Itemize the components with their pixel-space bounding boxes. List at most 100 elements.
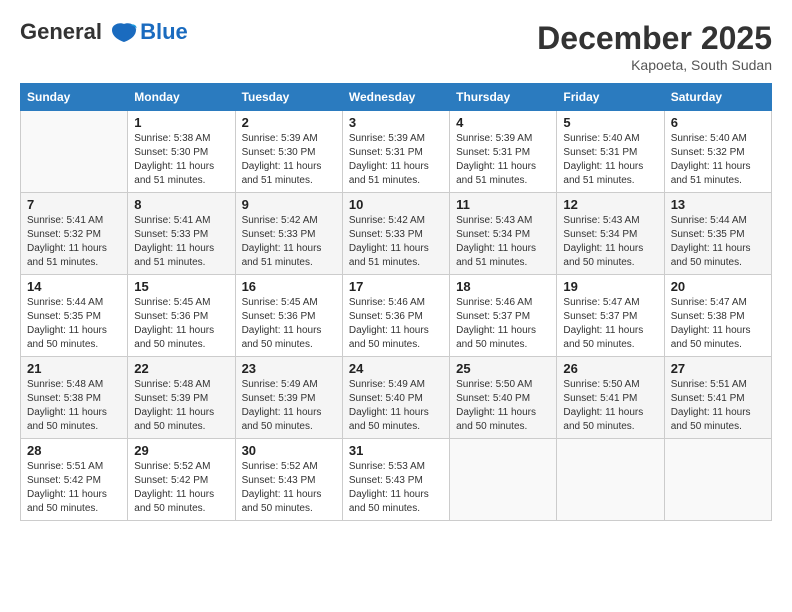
day-info: Sunrise: 5:40 AM Sunset: 5:31 PM Dayligh… <box>563 132 657 188</box>
day-cell: 16 Sunrise: 5:45 AM Sunset: 5:36 PM Dayli… <box>235 275 342 357</box>
day-info: Sunrise: 5:44 AM Sunset: 5:35 PM Dayligh… <box>671 214 765 270</box>
day-number: 10 <box>349 197 443 212</box>
day-cell: 17 Sunrise: 5:46 AM Sunset: 5:36 PM Dayli… <box>342 275 449 357</box>
day-cell: 1Sunrise: 5:38 AM Sunset: 5:30 PM Daylig… <box>128 111 235 193</box>
day-info: Sunrise: 5:39 AM Sunset: 5:31 PM Dayligh… <box>349 132 443 188</box>
day-number: 22 <box>134 361 228 376</box>
day-cell: 13Sunrise: 5:44 AM Sunset: 5:35 PM Dayli… <box>664 193 771 275</box>
day-number: 28 <box>27 443 121 458</box>
day-info: Sunrise: 5:50 AM Sunset: 5:40 PM Dayligh… <box>456 378 550 434</box>
title-block: December 2025 Kapoeta, South Sudan <box>537 20 772 73</box>
day-cell: 11 Sunrise: 5:43 AM Sunset: 5:34 PM Dayli… <box>450 193 557 275</box>
day-cell: 12 Sunrise: 5:43 AM Sunset: 5:34 PM Dayli… <box>557 193 664 275</box>
day-info: Sunrise: 5:48 AM Sunset: 5:38 PM Dayligh… <box>27 378 121 434</box>
day-number: 11 <box>456 197 550 212</box>
day-number: 19 <box>563 279 657 294</box>
day-number: 3 <box>349 115 443 130</box>
day-number: 9 <box>242 197 336 212</box>
day-info: Sunrise: 5:43 AM Sunset: 5:34 PM Dayligh… <box>563 214 657 270</box>
day-number: 4 <box>456 115 550 130</box>
week-row-1: 1Sunrise: 5:38 AM Sunset: 5:30 PM Daylig… <box>21 111 772 193</box>
page-header: General Blue December 2025 Kapoeta, Sout… <box>20 20 772 73</box>
day-cell: 6 Sunrise: 5:40 AM Sunset: 5:32 PM Daylig… <box>664 111 771 193</box>
day-cell: 27 Sunrise: 5:51 AM Sunset: 5:41 PM Dayli… <box>664 357 771 439</box>
col-header-tuesday: Tuesday <box>235 84 342 111</box>
col-header-monday: Monday <box>128 84 235 111</box>
day-cell: 18Sunrise: 5:46 AM Sunset: 5:37 PM Dayli… <box>450 275 557 357</box>
day-info: Sunrise: 5:39 AM Sunset: 5:31 PM Dayligh… <box>456 132 550 188</box>
week-row-3: 14 Sunrise: 5:44 AM Sunset: 5:35 PM Dayli… <box>21 275 772 357</box>
day-info: Sunrise: 5:43 AM Sunset: 5:34 PM Dayligh… <box>456 214 550 270</box>
location: Kapoeta, South Sudan <box>537 57 772 73</box>
day-info: Sunrise: 5:38 AM Sunset: 5:30 PM Dayligh… <box>134 132 228 188</box>
day-number: 17 <box>349 279 443 294</box>
day-info: Sunrise: 5:53 AM Sunset: 5:43 PM Dayligh… <box>349 460 443 516</box>
day-number: 26 <box>563 361 657 376</box>
logo-line2: Blue <box>140 20 188 44</box>
logo: General Blue <box>20 20 188 44</box>
day-cell <box>664 439 771 521</box>
header-row: SundayMondayTuesdayWednesdayThursdayFrid… <box>21 84 772 111</box>
day-info: Sunrise: 5:52 AM Sunset: 5:42 PM Dayligh… <box>134 460 228 516</box>
calendar-table: SundayMondayTuesdayWednesdayThursdayFrid… <box>20 83 772 521</box>
day-cell: 25 Sunrise: 5:50 AM Sunset: 5:40 PM Dayli… <box>450 357 557 439</box>
day-cell: 5Sunrise: 5:40 AM Sunset: 5:31 PM Daylig… <box>557 111 664 193</box>
day-number: 16 <box>242 279 336 294</box>
col-header-friday: Friday <box>557 84 664 111</box>
day-cell: 7 Sunrise: 5:41 AM Sunset: 5:32 PM Daylig… <box>21 193 128 275</box>
day-cell: 23 Sunrise: 5:49 AM Sunset: 5:39 PM Dayli… <box>235 357 342 439</box>
day-info: Sunrise: 5:51 AM Sunset: 5:41 PM Dayligh… <box>671 378 765 434</box>
day-number: 6 <box>671 115 765 130</box>
day-cell <box>557 439 664 521</box>
day-cell: 2Sunrise: 5:39 AM Sunset: 5:30 PM Daylig… <box>235 111 342 193</box>
day-info: Sunrise: 5:50 AM Sunset: 5:41 PM Dayligh… <box>563 378 657 434</box>
day-info: Sunrise: 5:42 AM Sunset: 5:33 PM Dayligh… <box>349 214 443 270</box>
day-number: 23 <box>242 361 336 376</box>
day-number: 25 <box>456 361 550 376</box>
day-number: 12 <box>563 197 657 212</box>
week-row-2: 7 Sunrise: 5:41 AM Sunset: 5:32 PM Daylig… <box>21 193 772 275</box>
logo-line1: General <box>20 19 102 44</box>
day-cell: 22 Sunrise: 5:48 AM Sunset: 5:39 PM Dayli… <box>128 357 235 439</box>
col-header-sunday: Sunday <box>21 84 128 111</box>
day-info: Sunrise: 5:44 AM Sunset: 5:35 PM Dayligh… <box>27 296 121 352</box>
day-number: 20 <box>671 279 765 294</box>
day-cell: 14 Sunrise: 5:44 AM Sunset: 5:35 PM Dayli… <box>21 275 128 357</box>
day-info: Sunrise: 5:49 AM Sunset: 5:39 PM Dayligh… <box>242 378 336 434</box>
day-cell: 10 Sunrise: 5:42 AM Sunset: 5:33 PM Dayli… <box>342 193 449 275</box>
day-cell: 29Sunrise: 5:52 AM Sunset: 5:42 PM Dayli… <box>128 439 235 521</box>
day-cell: 31Sunrise: 5:53 AM Sunset: 5:43 PM Dayli… <box>342 439 449 521</box>
day-cell: 30Sunrise: 5:52 AM Sunset: 5:43 PM Dayli… <box>235 439 342 521</box>
day-number: 27 <box>671 361 765 376</box>
day-number: 30 <box>242 443 336 458</box>
day-info: Sunrise: 5:47 AM Sunset: 5:38 PM Dayligh… <box>671 296 765 352</box>
col-header-thursday: Thursday <box>450 84 557 111</box>
day-info: Sunrise: 5:40 AM Sunset: 5:32 PM Dayligh… <box>671 132 765 188</box>
day-cell: 15 Sunrise: 5:45 AM Sunset: 5:36 PM Dayli… <box>128 275 235 357</box>
day-info: Sunrise: 5:41 AM Sunset: 5:32 PM Dayligh… <box>27 214 121 270</box>
day-number: 8 <box>134 197 228 212</box>
day-cell <box>450 439 557 521</box>
day-cell: 8 Sunrise: 5:41 AM Sunset: 5:33 PM Daylig… <box>128 193 235 275</box>
day-cell: 19 Sunrise: 5:47 AM Sunset: 5:37 PM Dayli… <box>557 275 664 357</box>
col-header-saturday: Saturday <box>664 84 771 111</box>
day-cell <box>21 111 128 193</box>
day-info: Sunrise: 5:46 AM Sunset: 5:36 PM Dayligh… <box>349 296 443 352</box>
week-row-4: 21 Sunrise: 5:48 AM Sunset: 5:38 PM Dayli… <box>21 357 772 439</box>
day-number: 7 <box>27 197 121 212</box>
day-info: Sunrise: 5:45 AM Sunset: 5:36 PM Dayligh… <box>134 296 228 352</box>
day-info: Sunrise: 5:41 AM Sunset: 5:33 PM Dayligh… <box>134 214 228 270</box>
week-row-5: 28Sunrise: 5:51 AM Sunset: 5:42 PM Dayli… <box>21 439 772 521</box>
day-cell: 26 Sunrise: 5:50 AM Sunset: 5:41 PM Dayli… <box>557 357 664 439</box>
col-header-wednesday: Wednesday <box>342 84 449 111</box>
day-info: Sunrise: 5:42 AM Sunset: 5:33 PM Dayligh… <box>242 214 336 270</box>
day-cell: 9 Sunrise: 5:42 AM Sunset: 5:33 PM Daylig… <box>235 193 342 275</box>
day-number: 15 <box>134 279 228 294</box>
day-number: 21 <box>27 361 121 376</box>
day-info: Sunrise: 5:47 AM Sunset: 5:37 PM Dayligh… <box>563 296 657 352</box>
day-info: Sunrise: 5:39 AM Sunset: 5:30 PM Dayligh… <box>242 132 336 188</box>
day-info: Sunrise: 5:48 AM Sunset: 5:39 PM Dayligh… <box>134 378 228 434</box>
day-number: 14 <box>27 279 121 294</box>
day-info: Sunrise: 5:45 AM Sunset: 5:36 PM Dayligh… <box>242 296 336 352</box>
month-title: December 2025 <box>537 20 772 57</box>
